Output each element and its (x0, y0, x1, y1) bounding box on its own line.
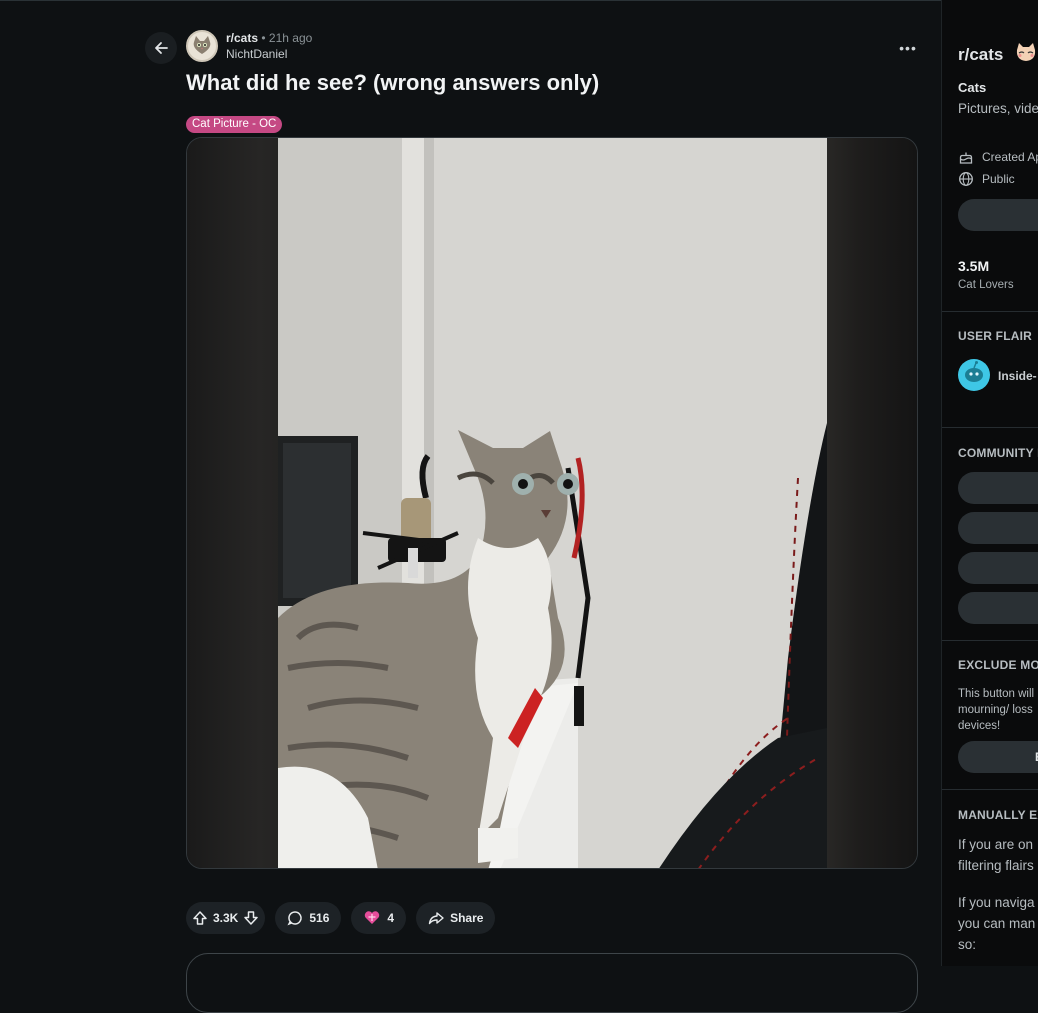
exclude-button[interactable]: E (958, 741, 1038, 773)
author-link[interactable]: NichtDaniel (226, 46, 312, 62)
award-icon (365, 911, 380, 924)
divider (942, 427, 1038, 428)
sidebar-title: r/cats (958, 40, 1038, 65)
post-time: 21h ago (268, 31, 313, 45)
bookmark-button-3[interactable] (958, 552, 1038, 584)
sidebar-subreddit-name[interactable]: r/cats (958, 45, 1003, 64)
manual-exclude-text-2: If you naviga you can man so: (958, 895, 1036, 952)
cat-face-icon (1017, 43, 1036, 61)
share-button[interactable]: Share (416, 902, 496, 934)
globe-icon (959, 172, 973, 186)
comment-count: 516 (309, 911, 330, 925)
subreddit-link[interactable]: r/cats (226, 31, 258, 45)
comments-button[interactable]: 516 (275, 902, 342, 934)
share-label: Share (450, 911, 484, 925)
exclude-description: This button will mourning/ loss devices! (958, 688, 1035, 732)
comment-icon (287, 911, 303, 926)
community-bookmarks-heading: COMMUNITY B (958, 446, 1038, 460)
post-flair[interactable]: Cat Picture - OC (186, 116, 283, 133)
cake-icon (959, 152, 973, 164)
comment-input[interactable] (186, 953, 918, 1013)
snoo-avatar-icon (965, 361, 983, 382)
bookmark-button-1[interactable] (958, 472, 1038, 504)
more-icon: ••• (899, 40, 917, 56)
post-media[interactable] (186, 137, 918, 869)
exclude-heading: EXCLUDE MOU (958, 658, 1038, 672)
members-label: Cat Lovers (958, 279, 1014, 291)
sidebar-visibility-row: Public (958, 171, 1015, 187)
award-button[interactable]: 4 (351, 902, 407, 934)
vote-pill: 3.3K (186, 902, 266, 934)
user-flair-heading: USER FLAIR (958, 329, 1032, 343)
sidebar-created-row: Created Ap (958, 149, 1038, 165)
top-border (0, 0, 1038, 1)
meta-separator: • (261, 31, 266, 45)
upvote-count: 3.3K (213, 911, 239, 925)
sidebar-community-name: Cats (958, 80, 987, 95)
manual-exclude-text-1: If you are on filtering flairs (958, 837, 1034, 873)
upvote-icon[interactable] (192, 910, 208, 926)
user-flair-name[interactable]: Inside- (998, 369, 1037, 383)
divider (942, 311, 1038, 312)
bookmark-button-2[interactable] (958, 512, 1038, 544)
share-icon (428, 912, 444, 925)
bookmark-button-4[interactable] (958, 592, 1038, 624)
sidebar-created: Created Ap (982, 150, 1038, 164)
divider (942, 640, 1038, 641)
subreddit-avatar[interactable] (186, 30, 218, 62)
cat-photo[interactable] (278, 138, 827, 868)
award-count: 4 (387, 911, 395, 925)
sidebar-visibility: Public (982, 172, 1015, 186)
join-button[interactable] (958, 199, 1038, 231)
divider (942, 789, 1038, 790)
manual-exclude-heading: MANUALLY EX (958, 808, 1038, 822)
sidebar-description: Pictures, vide featuring/abo (958, 101, 1038, 116)
post-actions: 3.3K 516 4 Share (186, 902, 496, 934)
members-count: 3.5M (958, 258, 990, 274)
post-meta: r/cats • 21h ago NichtDaniel (186, 30, 312, 62)
back-button[interactable] (145, 32, 177, 64)
downvote-icon[interactable] (243, 910, 259, 926)
community-sidebar: r/cats Cats Pictures, vide featuring/abo… (941, 0, 1038, 966)
more-options-button[interactable]: ••• (896, 36, 920, 60)
cat-avatar-icon (193, 36, 211, 54)
back-arrow-icon (155, 42, 168, 54)
post-title: What did he see? (wrong answers only) (186, 70, 600, 95)
user-flair-avatar[interactable] (958, 359, 990, 391)
